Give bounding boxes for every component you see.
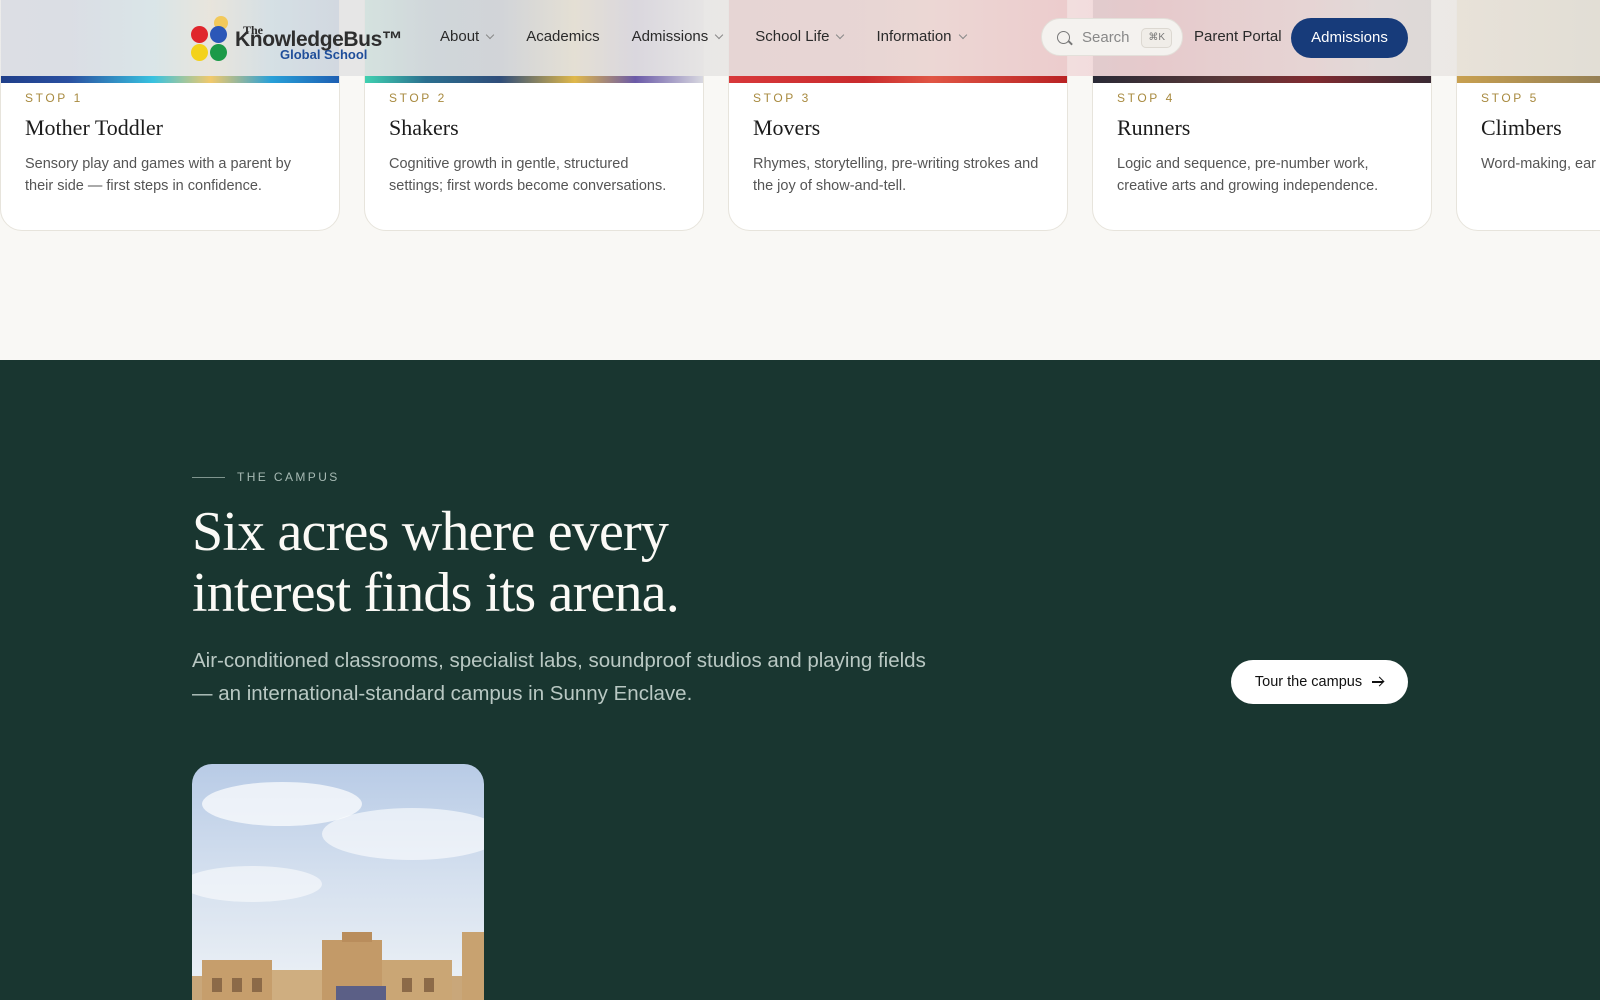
stop-description: Cognitive growth in gentle, structured s… <box>389 156 667 194</box>
stop-title: Climbers <box>1481 115 1562 140</box>
campus-photo <box>192 764 484 1000</box>
headline-line-2: interest finds its arena. <box>192 562 680 624</box>
tour-campus-button[interactable]: Tour the campus <box>1231 660 1408 704</box>
stop-label: STOP 3 <box>753 91 811 105</box>
campus-section: THE CAMPUS Six acres where every interes… <box>0 360 1600 1000</box>
search-shortcut-badge: ⌘K <box>1141 28 1172 48</box>
stop-title: Shakers <box>389 115 459 140</box>
chevron-down-icon <box>715 30 724 39</box>
campus-headline: Six acres where every interest finds its… <box>192 502 892 624</box>
nav-label: About <box>440 28 480 45</box>
nav-item-academics[interactable]: Academics <box>526 28 599 45</box>
stop-description: Logic and sequence, pre-number work, cre… <box>1117 156 1379 194</box>
stop-label: STOP 2 <box>389 91 447 105</box>
stop-label: STOP 4 <box>1117 91 1175 105</box>
campus-description: Air-conditioned classrooms, specialist l… <box>192 649 926 705</box>
nav-label: School Life <box>755 28 830 45</box>
campus-building-image <box>192 764 484 1000</box>
nav-label: Academics <box>526 28 600 45</box>
arrow-right-icon <box>1372 676 1384 688</box>
school-logo[interactable]: The KnowledgeBus™ Global School <box>191 16 403 64</box>
nav-item-about[interactable]: About <box>440 28 495 45</box>
main-nav: About Academics Admissions School Life I… <box>440 28 967 45</box>
nav-item-school-life[interactable]: School Life <box>755 28 845 45</box>
nav-item-information[interactable]: Information <box>876 28 967 45</box>
search-input[interactable]: Search ⌘K <box>1041 18 1183 56</box>
chevron-down-icon <box>836 30 845 39</box>
stop-description: Sensory play and games with a parent by … <box>25 156 291 194</box>
nav-label: Information <box>876 28 952 45</box>
logo-emblem <box>191 16 229 61</box>
chevron-down-icon <box>958 30 967 39</box>
stop-title: Movers <box>753 115 821 140</box>
nav-label: Admissions <box>631 28 709 45</box>
logo-subtitle: Global School <box>280 47 368 62</box>
search-icon <box>1057 31 1070 44</box>
stop-label: STOP 1 <box>25 91 83 105</box>
tour-button-label: Tour the campus <box>1254 674 1363 690</box>
admissions-button[interactable]: Admissions <box>1291 18 1408 58</box>
stop-description: Word-making, ear environmental sci <box>1481 156 1600 172</box>
eyebrow-divider <box>192 476 225 478</box>
section-eyebrow: THE CAMPUS <box>192 470 340 484</box>
eyebrow-label: THE CAMPUS <box>237 470 340 484</box>
stop-description: Rhymes, storytelling, pre-writing stroke… <box>753 156 1039 194</box>
parent-portal-link[interactable]: Parent Portal <box>1194 28 1282 45</box>
site-header: The KnowledgeBus™ Global School About Ac… <box>0 0 1600 76</box>
headline-line-1: Six acres where every <box>192 501 669 563</box>
chevron-down-icon <box>485 30 495 39</box>
search-placeholder: Search <box>1082 29 1130 46</box>
stop-title: Mother Toddler <box>25 115 163 140</box>
nav-item-admissions[interactable]: Admissions <box>631 28 724 45</box>
stop-title: Runners <box>1117 115 1191 140</box>
stop-label: STOP 5 <box>1481 91 1539 105</box>
